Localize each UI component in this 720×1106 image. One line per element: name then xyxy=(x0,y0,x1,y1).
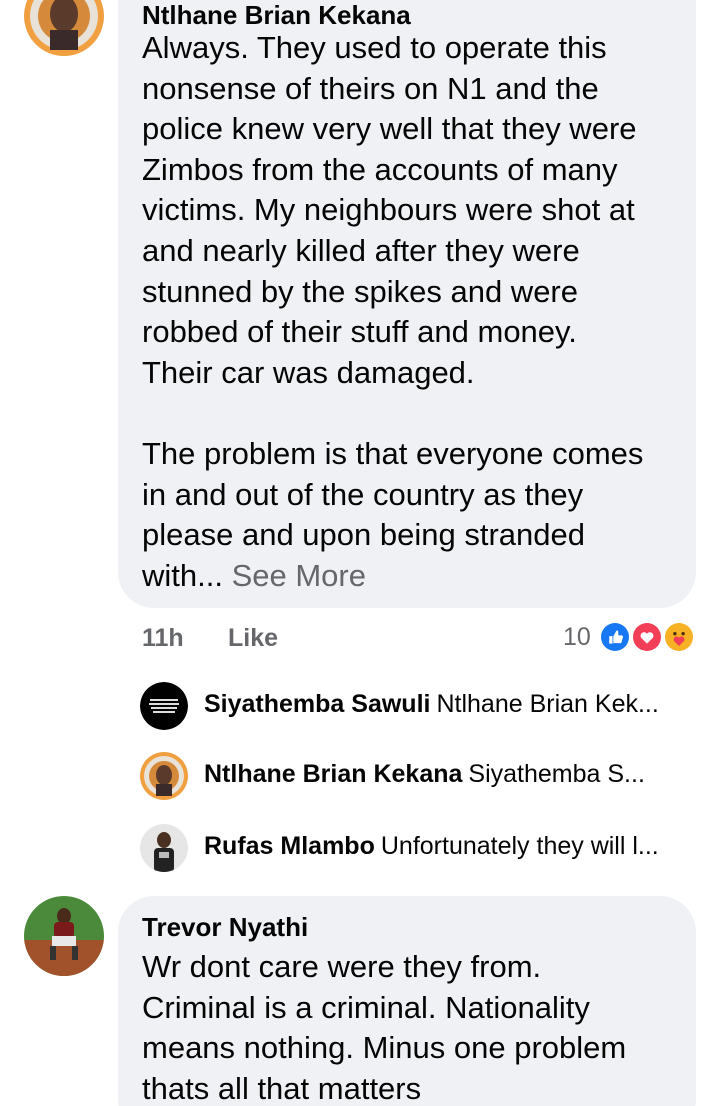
reply-text: Ntlhane Brian Kek... xyxy=(436,690,659,718)
comment-author[interactable]: Trevor Nyathi xyxy=(142,912,308,943)
reply-text: Siyathemba S... xyxy=(468,760,645,788)
reply-avatar[interactable] xyxy=(140,824,188,872)
like-button[interactable]: Like xyxy=(228,624,278,653)
like-icon[interactable] xyxy=(598,620,632,654)
reply-avatar[interactable] xyxy=(140,682,188,730)
reply-author[interactable]: Siyathemba Sawuli xyxy=(204,690,430,718)
comment-text-content: Always. They used to operate this nonsen… xyxy=(142,30,644,593)
reply-author[interactable]: Ntlhane Brian Kekana xyxy=(204,760,462,788)
comment-author[interactable]: Ntlhane Brian Kekana xyxy=(142,0,411,31)
reply-text: Unfortunately they will l... xyxy=(380,832,659,860)
reaction-count[interactable]: 10 xyxy=(563,623,591,652)
love-icon[interactable] xyxy=(630,620,664,654)
reply-author[interactable]: Rufas Mlambo xyxy=(204,832,375,860)
care-icon[interactable] xyxy=(662,620,696,654)
reply-content: Siyathemba Sawuli Ntlhane Brian Kek... xyxy=(204,690,659,719)
reply-row[interactable]: Ntlhane Brian Kekana Siyathemba S... xyxy=(140,752,700,802)
commenter-avatar[interactable] xyxy=(24,0,104,56)
comment-text: Wr dont care were they from. Criminal is… xyxy=(142,949,627,1106)
comment-bubble: Trevor Nyathi Wr dont care were they fro… xyxy=(118,896,696,1106)
comment-timestamp[interactable]: 11h xyxy=(142,624,184,653)
reply-row[interactable]: Rufas Mlambo Unfortunately they will l... xyxy=(140,824,700,874)
reply-row[interactable]: Siyathemba Sawuli Ntlhane Brian Kek... xyxy=(140,682,700,732)
reply-avatar[interactable] xyxy=(140,752,188,800)
see-more-link[interactable]: See More xyxy=(223,558,366,593)
reply-content: Rufas Mlambo Unfortunately they will l... xyxy=(204,832,659,861)
comment-bubble: Ntlhane Brian Kekana Always. They used t… xyxy=(118,0,696,608)
reply-content: Ntlhane Brian Kekana Siyathemba S... xyxy=(204,760,645,789)
commenter-avatar[interactable] xyxy=(24,896,104,976)
comment-text: Always. They used to operate this nonsen… xyxy=(142,28,687,596)
